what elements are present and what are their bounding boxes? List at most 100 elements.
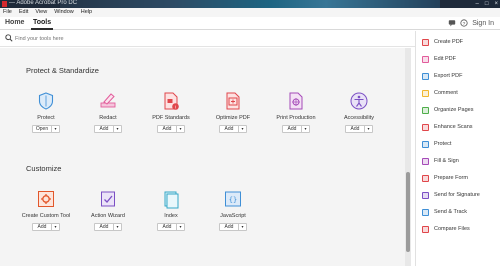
chat-icon[interactable] bbox=[448, 19, 456, 27]
rightpanel-item-label: Send for Signature bbox=[434, 192, 480, 198]
optimize-pdf-icon bbox=[226, 92, 240, 110]
svg-text:i: i bbox=[175, 104, 176, 109]
rightpanel-item-label: Create PDF bbox=[434, 39, 464, 45]
rightpanel-item-comment[interactable]: Comment bbox=[422, 88, 458, 98]
tool-card-pdf-standards: i PDF Standards Add ▾ bbox=[141, 91, 201, 151]
chevron-down-icon[interactable]: ▾ bbox=[238, 126, 246, 132]
tool-label: Optimize PDF bbox=[215, 115, 251, 121]
add-button[interactable]: Add ▾ bbox=[345, 125, 373, 133]
tool-label: Print Production bbox=[276, 115, 316, 121]
chevron-down-icon[interactable]: ▾ bbox=[238, 224, 246, 230]
chevron-down-icon[interactable]: ▾ bbox=[364, 126, 372, 132]
comment-icon bbox=[422, 89, 429, 97]
sign-in-link[interactable]: Sign In bbox=[472, 20, 494, 27]
maximize-button[interactable]: □ bbox=[485, 0, 489, 8]
rightpanel-item-protect[interactable]: Protect bbox=[422, 139, 451, 149]
main-scrollbar[interactable] bbox=[405, 48, 411, 266]
chevron-down-icon[interactable]: ▾ bbox=[113, 126, 121, 132]
button-label: Add bbox=[350, 126, 360, 132]
svg-text:{}: {} bbox=[229, 196, 237, 204]
chevron-down-icon[interactable]: ▾ bbox=[51, 126, 59, 132]
add-button[interactable]: Add ▾ bbox=[219, 223, 247, 231]
button-label: Add bbox=[37, 224, 47, 230]
rightpanel-item-label: Export PDF bbox=[434, 73, 463, 79]
send-track-icon bbox=[422, 208, 429, 216]
rightpanel-item-label: Prepare Form bbox=[434, 175, 468, 181]
chevron-down-icon[interactable]: ▾ bbox=[51, 224, 59, 230]
tab-tools[interactable]: Tools bbox=[31, 17, 54, 30]
tool-card-redact: Redact Add ▾ bbox=[78, 91, 138, 151]
tool-card-index: Index Add ▾ bbox=[141, 189, 201, 249]
rightpanel-item-send-for-signature[interactable]: Send for Signature bbox=[422, 190, 480, 200]
section-title-protect: Protect & Standardize bbox=[26, 66, 99, 75]
tool-card-print-production: Print Production Add ▾ bbox=[266, 91, 326, 151]
shield-icon bbox=[38, 92, 54, 110]
help-icon[interactable]: ? bbox=[460, 19, 468, 27]
tool-label: Create Custom Tool bbox=[21, 213, 71, 219]
chevron-down-icon[interactable]: ▾ bbox=[176, 224, 184, 230]
redact-icon bbox=[100, 93, 116, 108]
scrollbar-thumb[interactable] bbox=[406, 172, 410, 252]
chevron-down-icon[interactable]: ▾ bbox=[176, 126, 184, 132]
chevron-down-icon[interactable]: ▾ bbox=[113, 224, 121, 230]
rightpanel-item-fill-sign[interactable]: Fill & Sign bbox=[422, 156, 459, 166]
action-wizard-icon bbox=[101, 191, 115, 207]
rightpanel-item-export-pdf[interactable]: Export PDF bbox=[422, 71, 462, 81]
accessibility-icon bbox=[350, 92, 368, 110]
add-button[interactable]: Add ▾ bbox=[219, 125, 247, 133]
rightpanel-item-label: Enhance Scans bbox=[434, 124, 473, 130]
add-button[interactable]: Add ▾ bbox=[32, 223, 60, 231]
rightpanel-item-label: Protect bbox=[434, 141, 452, 147]
tool-search-bar bbox=[0, 31, 415, 47]
window-title: — Adobe Acrobat Pro DC bbox=[9, 0, 78, 6]
tab-home[interactable]: Home bbox=[5, 17, 24, 30]
index-icon bbox=[164, 191, 179, 209]
menu-window[interactable]: Window bbox=[54, 8, 74, 17]
rightpanel-item-create-pdf[interactable]: Create PDF bbox=[422, 37, 463, 47]
edit-pdf-icon bbox=[422, 55, 429, 63]
rightpanel-item-prepare-form[interactable]: Prepare Form bbox=[422, 173, 468, 183]
close-button[interactable]: × bbox=[494, 0, 498, 8]
button-label: Add bbox=[99, 224, 109, 230]
rightpanel-item-compare-files[interactable]: Compare Files bbox=[422, 224, 470, 234]
prepare-form-icon bbox=[422, 174, 429, 182]
menu-view[interactable]: View bbox=[35, 8, 47, 17]
add-button[interactable]: Add ▾ bbox=[157, 125, 185, 133]
button-label: Add bbox=[287, 126, 297, 132]
title-bar: — Adobe Acrobat Pro DC – □ × bbox=[0, 0, 500, 8]
rightpanel-item-edit-pdf[interactable]: Edit PDF bbox=[422, 54, 456, 64]
menu-help[interactable]: Help bbox=[81, 8, 92, 17]
section-title-customize: Customize bbox=[26, 164, 62, 173]
menu-edit[interactable]: Edit bbox=[19, 8, 28, 17]
menu-file[interactable]: File bbox=[3, 8, 12, 17]
rightpanel-item-send-track[interactable]: Send & Track bbox=[422, 207, 467, 217]
search-input[interactable] bbox=[15, 34, 215, 44]
add-button[interactable]: Add ▾ bbox=[157, 223, 185, 231]
button-label: Add bbox=[162, 224, 172, 230]
export-pdf-icon bbox=[422, 72, 429, 80]
custom-tool-icon bbox=[38, 191, 54, 207]
add-button[interactable]: Add ▾ bbox=[94, 125, 122, 133]
add-button[interactable]: Add ▾ bbox=[282, 125, 310, 133]
tool-card-accessibility: Accessibility Add ▾ bbox=[329, 91, 389, 151]
right-tools-panel: Create PDF Edit PDF Export PDF Comment O… bbox=[415, 31, 500, 266]
button-label: Open bbox=[35, 126, 49, 132]
rightpanel-item-label: Fill & Sign bbox=[434, 158, 459, 164]
rightpanel-item-enhance-scans[interactable]: Enhance Scans bbox=[422, 122, 473, 132]
print-production-icon bbox=[289, 92, 303, 110]
menu-bar: File Edit View Window Help bbox=[0, 8, 500, 17]
tool-label: Protect bbox=[37, 115, 55, 121]
chevron-down-icon[interactable]: ▾ bbox=[301, 126, 309, 132]
top-navigation: Home Tools ? Sign In bbox=[0, 17, 500, 30]
create-pdf-icon bbox=[422, 38, 429, 46]
minimize-button[interactable]: – bbox=[476, 0, 479, 8]
tools-main-area: Protect & Standardize Protect Open ▾ Red… bbox=[0, 48, 408, 266]
rightpanel-item-organize-pages[interactable]: Organize Pages bbox=[422, 105, 473, 115]
open-button[interactable]: Open ▾ bbox=[32, 125, 60, 133]
organize-pages-icon bbox=[422, 106, 429, 114]
tool-card-protect: Protect Open ▾ bbox=[16, 91, 76, 151]
javascript-icon: {} bbox=[225, 191, 241, 207]
tool-label: JavaScript bbox=[220, 213, 246, 219]
rightpanel-item-label: Organize Pages bbox=[434, 107, 474, 113]
add-button[interactable]: Add ▾ bbox=[94, 223, 122, 231]
